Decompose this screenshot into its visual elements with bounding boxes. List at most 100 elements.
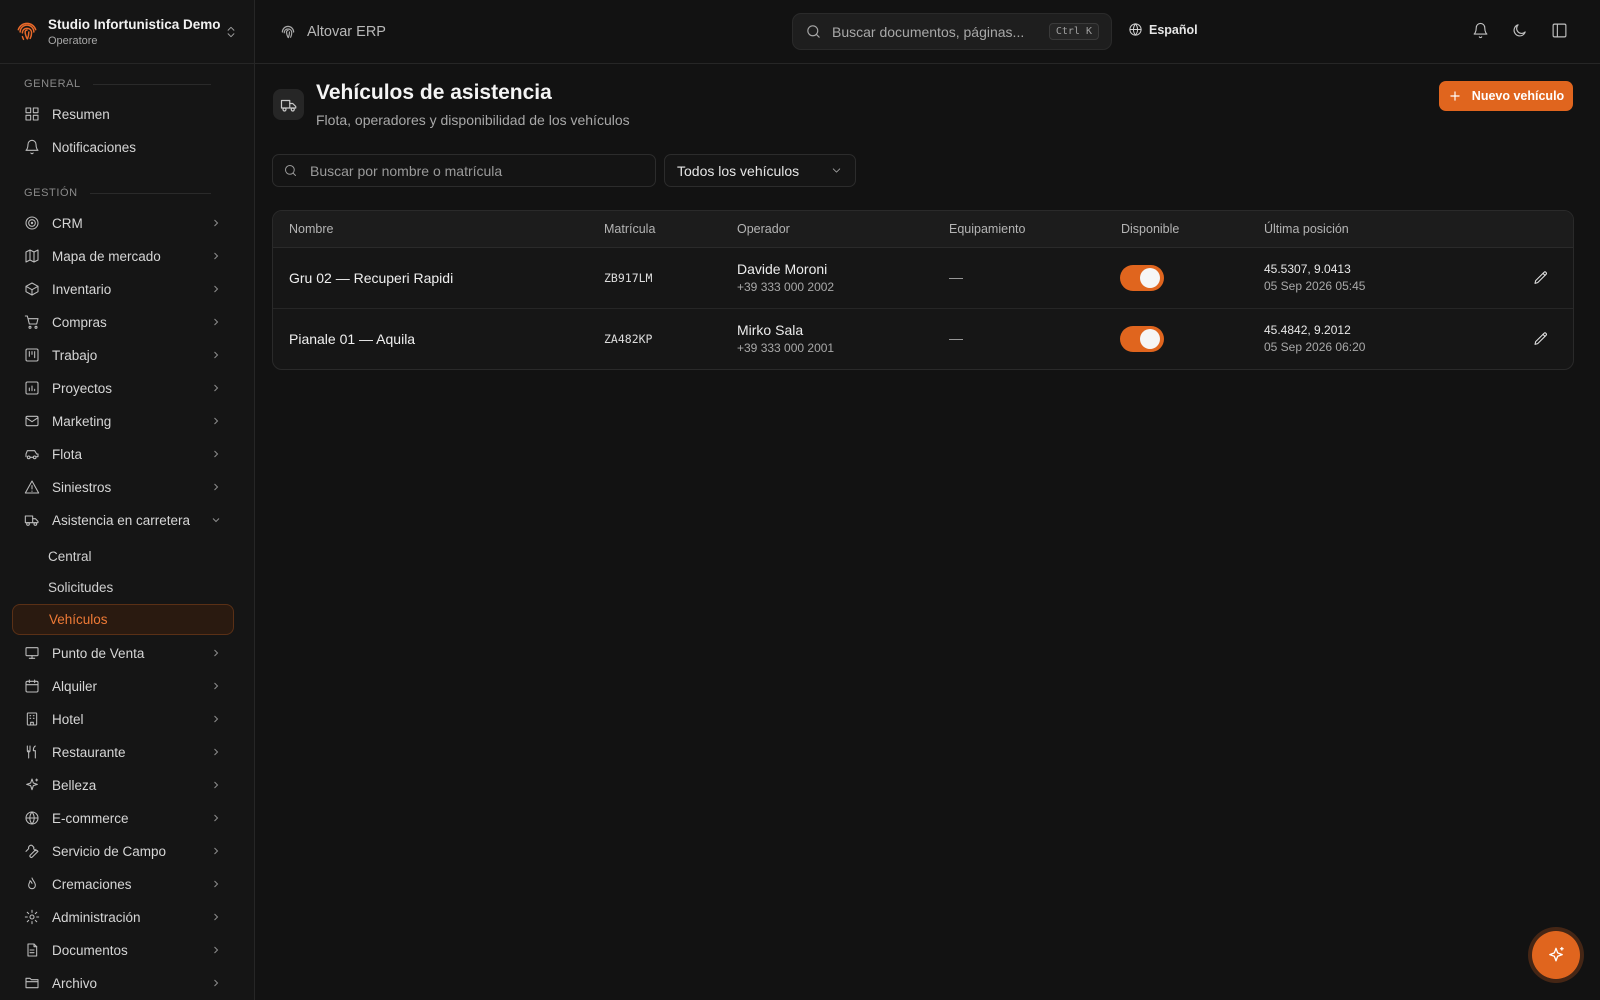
sidebar-item-proyectos[interactable]: Proyectos <box>12 372 234 404</box>
sidebar-item-inventario[interactable]: Inventario <box>12 273 234 305</box>
language-selector[interactable]: Español <box>1128 22 1198 37</box>
sidebar-item-documentos[interactable]: Documentos <box>12 934 234 966</box>
section-gestion: GESTIÓN <box>0 183 235 203</box>
chevron-right-icon <box>214 880 219 888</box>
sidebar-item-e-commerce[interactable]: E-commerce <box>12 802 234 834</box>
globe-icon <box>25 811 39 825</box>
sparkles-icon <box>26 778 39 791</box>
bell-icon <box>1473 22 1488 39</box>
sidebar-subitem-vehiculos[interactable]: Vehículos <box>12 604 234 635</box>
edit-button[interactable] <box>1533 331 1549 347</box>
sidebar-item-trabajo[interactable]: Trabajo <box>12 339 234 371</box>
flame-icon <box>28 877 36 890</box>
sidebar-item-administracion[interactable]: Administración <box>12 901 234 933</box>
vehicle-search[interactable] <box>272 154 656 187</box>
monitor-icon <box>25 647 39 659</box>
ai-assistant-button[interactable] <box>1532 931 1580 979</box>
warning-icon <box>24 480 40 494</box>
sidebar-item-notificaciones[interactable]: Notificaciones <box>12 131 234 163</box>
org-role: Operatore <box>48 34 98 47</box>
sidebar-item-marketing[interactable]: Marketing <box>12 405 234 437</box>
operator-phone: +39 333 000 2002 <box>737 280 835 294</box>
sidebar-item-archivo[interactable]: Archivo <box>12 967 234 999</box>
position-coordinates: 45.4842, 9.2012 <box>1264 323 1351 337</box>
pencil-icon <box>1534 332 1547 345</box>
chevron-right-icon <box>214 384 219 392</box>
chevron-right-icon <box>214 252 219 260</box>
last-position-cell: 45.4842, 9.2012 05 Sep 2026 06:20 <box>1264 323 1365 354</box>
section-general: GENERAL <box>0 74 235 94</box>
sidebar-item-crm[interactable]: CRM <box>12 207 234 239</box>
sidebar-item-alquiler[interactable]: Alquiler <box>12 670 234 702</box>
available-toggle[interactable] <box>1120 326 1164 352</box>
sidebar-subitem-solicitudes[interactable]: Solicitudes <box>12 572 234 603</box>
chevron-right-icon <box>214 781 219 789</box>
plus-icon <box>1450 91 1460 101</box>
sidebar-subitem-central[interactable]: Central <box>12 541 234 572</box>
fingerprint-logo-icon <box>16 21 38 43</box>
chevron-right-icon <box>214 285 219 293</box>
chevron-right-icon <box>214 351 219 359</box>
column-header-disponible[interactable]: Disponible <box>1121 222 1179 236</box>
breadcrumb-app: Altovar ERP <box>307 23 386 40</box>
org-switcher[interactable]: Studio Infortunistica Demo Operatore <box>0 0 254 64</box>
vehicle-type-value: Todos los vehículos <box>677 162 800 179</box>
search-icon <box>807 25 820 38</box>
global-search[interactable]: Buscar documentos, páginas... Ctrl K <box>792 13 1112 50</box>
available-toggle[interactable] <box>1120 265 1164 291</box>
notifications-button[interactable] <box>1472 22 1489 39</box>
vehicle-search-input[interactable] <box>310 162 645 179</box>
folder-icon <box>25 977 39 989</box>
vehicle-plate: ZA482KP <box>604 332 653 346</box>
column-header-ultima-posicion[interactable]: Última posición <box>1264 222 1349 236</box>
sidebar-item-belleza[interactable]: Belleza <box>12 769 234 801</box>
document-icon <box>27 943 38 957</box>
chevron-right-icon <box>214 682 219 690</box>
cart-icon <box>24 315 39 329</box>
sidebar-item-mapa-de-mercado[interactable]: Mapa de mercado <box>12 240 234 272</box>
column-header-operador[interactable]: Operador <box>737 222 790 236</box>
operator-name: Mirko Sala <box>737 322 804 338</box>
sidebar-item-servicio-de-campo[interactable]: Servicio de Campo <box>12 835 234 867</box>
column-header-equipamiento[interactable]: Equipamiento <box>949 222 1025 236</box>
toggle-panel-button[interactable] <box>1551 22 1568 39</box>
table-header: Nombre Matrícula Operador Equipamiento D… <box>273 211 1573 248</box>
chevron-down-icon <box>832 168 841 173</box>
chevron-right-icon <box>214 450 219 458</box>
chart-icon <box>25 381 39 395</box>
sidebar-item-cremaciones[interactable]: Cremaciones <box>12 868 234 900</box>
new-vehicle-button[interactable]: Nuevo vehículo <box>1439 81 1573 111</box>
sparkles-icon <box>1549 946 1564 962</box>
chevron-right-icon <box>214 814 219 822</box>
car-icon <box>25 450 39 460</box>
chevron-right-icon <box>214 649 219 657</box>
sidebar-item-restaurante[interactable]: Restaurante <box>12 736 234 768</box>
chevron-right-icon <box>214 748 219 756</box>
sidebar-item-punto-de-venta[interactable]: Punto de Venta <box>12 637 234 669</box>
kanban-icon <box>25 348 39 362</box>
chevrons-up-down-icon[interactable] <box>224 25 238 39</box>
globe-icon <box>1129 23 1142 36</box>
column-header-matricula[interactable]: Matrícula <box>604 222 655 236</box>
table-row[interactable]: Gru 02 — Recuperi Rapidi ZB917LM Davide … <box>273 248 1573 309</box>
last-position-cell: 45.5307, 9.0413 05 Sep 2026 05:45 <box>1264 262 1365 293</box>
sidebar-item-compras[interactable]: Compras <box>12 306 234 338</box>
moon-icon <box>1513 24 1526 37</box>
bell-icon <box>25 139 39 155</box>
language-label: Español <box>1149 22 1198 37</box>
sidebar-item-asistencia-en-carretera[interactable]: Asistencia en carretera <box>12 504 234 536</box>
target-icon <box>25 216 39 230</box>
chevron-down-icon <box>212 518 220 523</box>
sidebar-item-siniestros[interactable]: Siniestros <box>12 471 234 503</box>
table-row[interactable]: Pianale 01 — Aquila ZA482KP Mirko Sala +… <box>273 309 1573 369</box>
theme-toggle-button[interactable] <box>1511 22 1528 39</box>
sidebar-item-resumen[interactable]: Resumen <box>12 98 234 130</box>
breadcrumb[interactable]: Altovar ERP <box>279 23 386 41</box>
sidebar-item-flota[interactable]: Flota <box>12 438 234 470</box>
sidebar-item-hotel[interactable]: Hotel <box>12 703 234 735</box>
chevron-right-icon <box>214 219 219 227</box>
chevron-right-icon <box>214 913 219 921</box>
vehicle-type-select[interactable]: Todos los vehículos <box>664 154 856 187</box>
column-header-nombre[interactable]: Nombre <box>289 222 333 236</box>
edit-button[interactable] <box>1533 270 1549 286</box>
